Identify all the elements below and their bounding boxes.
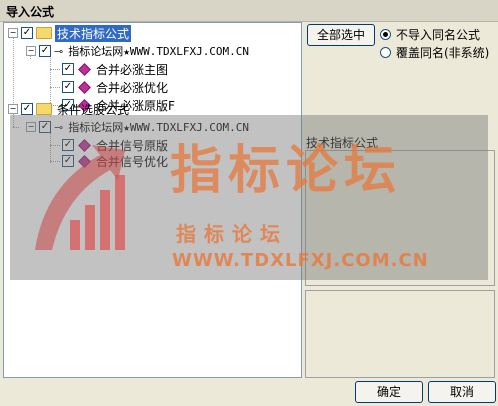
ok-button[interactable]: 确定 [355, 381, 423, 403]
checkbox-checked-icon[interactable]: ✓ [62, 155, 74, 167]
tree-node-label: 指标论坛网★WWW.TDXLFXJ.COM.CN [68, 121, 250, 134]
formula-description-box[interactable] [305, 150, 495, 286]
tree-node-stock-selection-row[interactable]: − ✓ 条件选股公式 [8, 101, 131, 117]
folder-icon [36, 103, 52, 115]
checkbox-checked-icon[interactable]: ✓ [62, 81, 74, 93]
cancel-button[interactable]: 取消 [428, 381, 496, 403]
radio-label: 不导入同名公式 [396, 28, 481, 42]
formula-tree[interactable]: − ✓ 技术指标公式 − ✓ ⊸ 指标论坛网★WWW.TDXLFXJ.COM.C… [3, 22, 302, 378]
checkbox-checked-icon[interactable]: ✓ [21, 27, 33, 39]
window-title: 导入公式 [0, 0, 498, 22]
collapse-icon[interactable]: − [8, 104, 18, 114]
formula-icon [78, 62, 91, 76]
tree-node-forum-site-1[interactable]: − ✓ ⊸ 指标论坛网★WWW.TDXLFXJ.COM.CN [26, 43, 251, 59]
formula-icon [78, 154, 91, 168]
tree-leaf-label: 合并必涨优化 [96, 80, 169, 95]
checkbox-checked-icon[interactable]: ✓ [39, 45, 51, 57]
radio-unselected-icon[interactable] [380, 47, 391, 58]
tree-leaf-label: 合并必涨主图 [96, 62, 169, 77]
tree-node-label: 指标论坛网★WWW.TDXLFXJ.COM.CN [68, 45, 250, 58]
checkbox-checked-icon[interactable]: ✓ [62, 63, 74, 75]
key-icon: ⊸ [54, 44, 64, 58]
formula-type-label: 技术指标公式 [306, 136, 379, 150]
collapse-icon[interactable]: − [26, 122, 36, 132]
tree-leaf[interactable]: ✓ 合并信号原版 [62, 137, 170, 153]
select-all-button[interactable]: 全部选中 [307, 24, 375, 46]
tree-node-forum-site-2[interactable]: − ✓ ⊸ 指标论坛网★WWW.TDXLFXJ.COM.CN [26, 119, 251, 135]
checkbox-checked-icon[interactable]: ✓ [21, 103, 33, 115]
radio-overwrite-duplicates[interactable]: 覆盖同名(非系统) [380, 44, 489, 61]
checkbox-checked-icon[interactable]: ✓ [39, 121, 51, 133]
radio-selected-icon[interactable] [380, 29, 391, 40]
folder-icon [36, 27, 52, 39]
formula-detail-box[interactable] [305, 290, 495, 378]
collapse-icon[interactable]: − [26, 46, 36, 56]
tree-leaf-label: 合并信号原版 [96, 138, 169, 153]
formula-icon [78, 80, 91, 94]
formula-icon [78, 138, 91, 152]
tree-node-label: 技术指标公式 [55, 24, 132, 42]
radio-skip-duplicates[interactable]: 不导入同名公式 [380, 26, 480, 43]
radio-label: 覆盖同名(非系统) [396, 46, 490, 60]
tree-node-label: 条件选股公式 [57, 102, 130, 117]
tree-leaf-label: 合并信号优化 [96, 154, 169, 169]
tree-node-technical-indicators[interactable]: − ✓ 技术指标公式 [8, 24, 132, 42]
tree-leaf[interactable]: ✓ 合并信号优化 [62, 153, 170, 169]
collapse-icon[interactable]: − [8, 28, 18, 38]
tree-leaf[interactable]: ✓ 合并必涨优化 [62, 79, 170, 95]
checkbox-checked-icon[interactable]: ✓ [62, 139, 74, 151]
key-icon: ⊸ [54, 120, 64, 134]
tree-leaf[interactable]: ✓ 合并必涨主图 [62, 61, 170, 77]
